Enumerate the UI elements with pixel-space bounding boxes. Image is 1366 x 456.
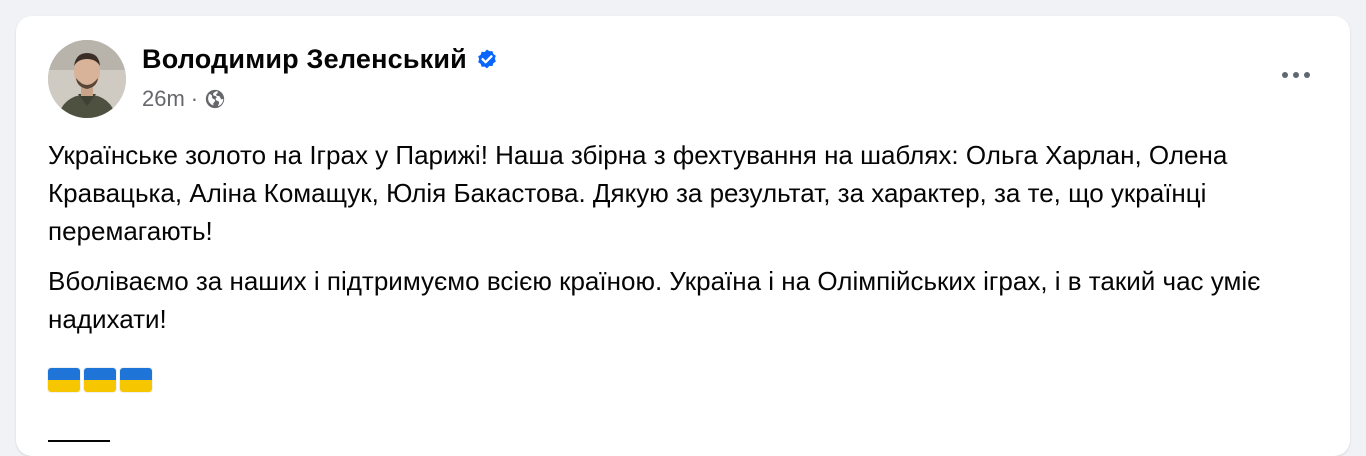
ukraine-flag-icon	[84, 368, 116, 392]
globe-icon[interactable]	[204, 88, 226, 110]
text-separator	[48, 440, 110, 442]
author-row: Володимир Зеленський	[142, 44, 499, 75]
more-options-icon	[1282, 72, 1288, 78]
author-name[interactable]: Володимир Зеленський	[142, 44, 467, 75]
post-timestamp[interactable]: 26m	[142, 86, 185, 112]
ukraine-flag-icon	[48, 368, 80, 392]
flag-emoji-row	[48, 368, 152, 392]
verified-badge-icon	[478, 49, 496, 68]
more-options-icon	[1293, 72, 1299, 78]
ukraine-flag-icon	[120, 368, 152, 392]
more-options-icon	[1304, 72, 1310, 78]
post-card: Володимир Зеленський 26m · Українське зо…	[16, 16, 1350, 456]
post-meta: 26m ·	[142, 86, 226, 112]
more-options-button[interactable]	[1276, 58, 1316, 92]
author-avatar[interactable]	[48, 40, 126, 118]
post-paragraph: Вболіваємо за наших і підтримуємо всією …	[48, 266, 1261, 334]
meta-separator: ·	[190, 86, 199, 111]
post-paragraph: Українське золото на Іграх у Парижі! Наш…	[48, 140, 1228, 246]
post-body: Українське золото на Іграх у Парижі! Наш…	[48, 136, 1318, 350]
avatar-image	[48, 40, 126, 118]
